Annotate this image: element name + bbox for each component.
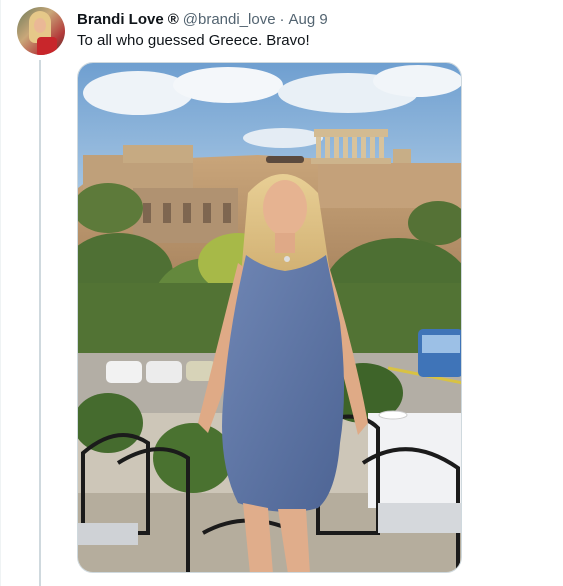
neck xyxy=(275,233,295,253)
parthenon-base xyxy=(311,158,391,164)
tweet-header: Brandi Love ® @brandi_love · Aug 9 xyxy=(77,9,328,29)
tweet-photo[interactable] xyxy=(77,62,462,573)
theatre-arch xyxy=(143,203,151,223)
theatre-arch xyxy=(223,203,231,223)
avatar-clothing xyxy=(37,37,57,55)
thread-connector-line xyxy=(39,60,41,586)
tweet-text: To all who guessed Greece. Bravo! xyxy=(77,32,310,49)
parthenon-roof xyxy=(314,129,388,137)
theatre-arch xyxy=(203,203,211,223)
avatar-face xyxy=(34,18,46,33)
plate xyxy=(378,410,408,420)
avatar[interactable] xyxy=(17,7,65,55)
registered-mark: ® xyxy=(167,10,179,28)
display-name[interactable]: Brandi Love xyxy=(77,11,164,28)
column-border xyxy=(0,0,1,586)
chair-seat xyxy=(78,523,138,545)
face xyxy=(263,180,307,236)
theatre-arch xyxy=(163,203,171,223)
cloud xyxy=(173,67,283,103)
separator-dot: · xyxy=(279,10,285,28)
dress xyxy=(222,255,344,512)
acropolis-wall xyxy=(123,145,193,163)
sunglasses xyxy=(266,156,304,163)
necklace xyxy=(284,256,290,262)
shrub xyxy=(153,423,233,493)
photo-icon xyxy=(78,63,461,572)
chair-seat xyxy=(378,503,461,533)
cloud xyxy=(373,65,461,97)
parked-car xyxy=(106,361,142,383)
cloud xyxy=(243,128,323,148)
tweet-timestamp[interactable]: Aug 9 xyxy=(289,11,328,28)
bus-window xyxy=(422,335,460,353)
theatre-arch xyxy=(183,203,191,223)
cloud xyxy=(83,71,193,115)
user-handle[interactable]: @brandi_love xyxy=(183,11,276,28)
parked-car xyxy=(146,361,182,383)
ruin-block xyxy=(393,149,411,163)
